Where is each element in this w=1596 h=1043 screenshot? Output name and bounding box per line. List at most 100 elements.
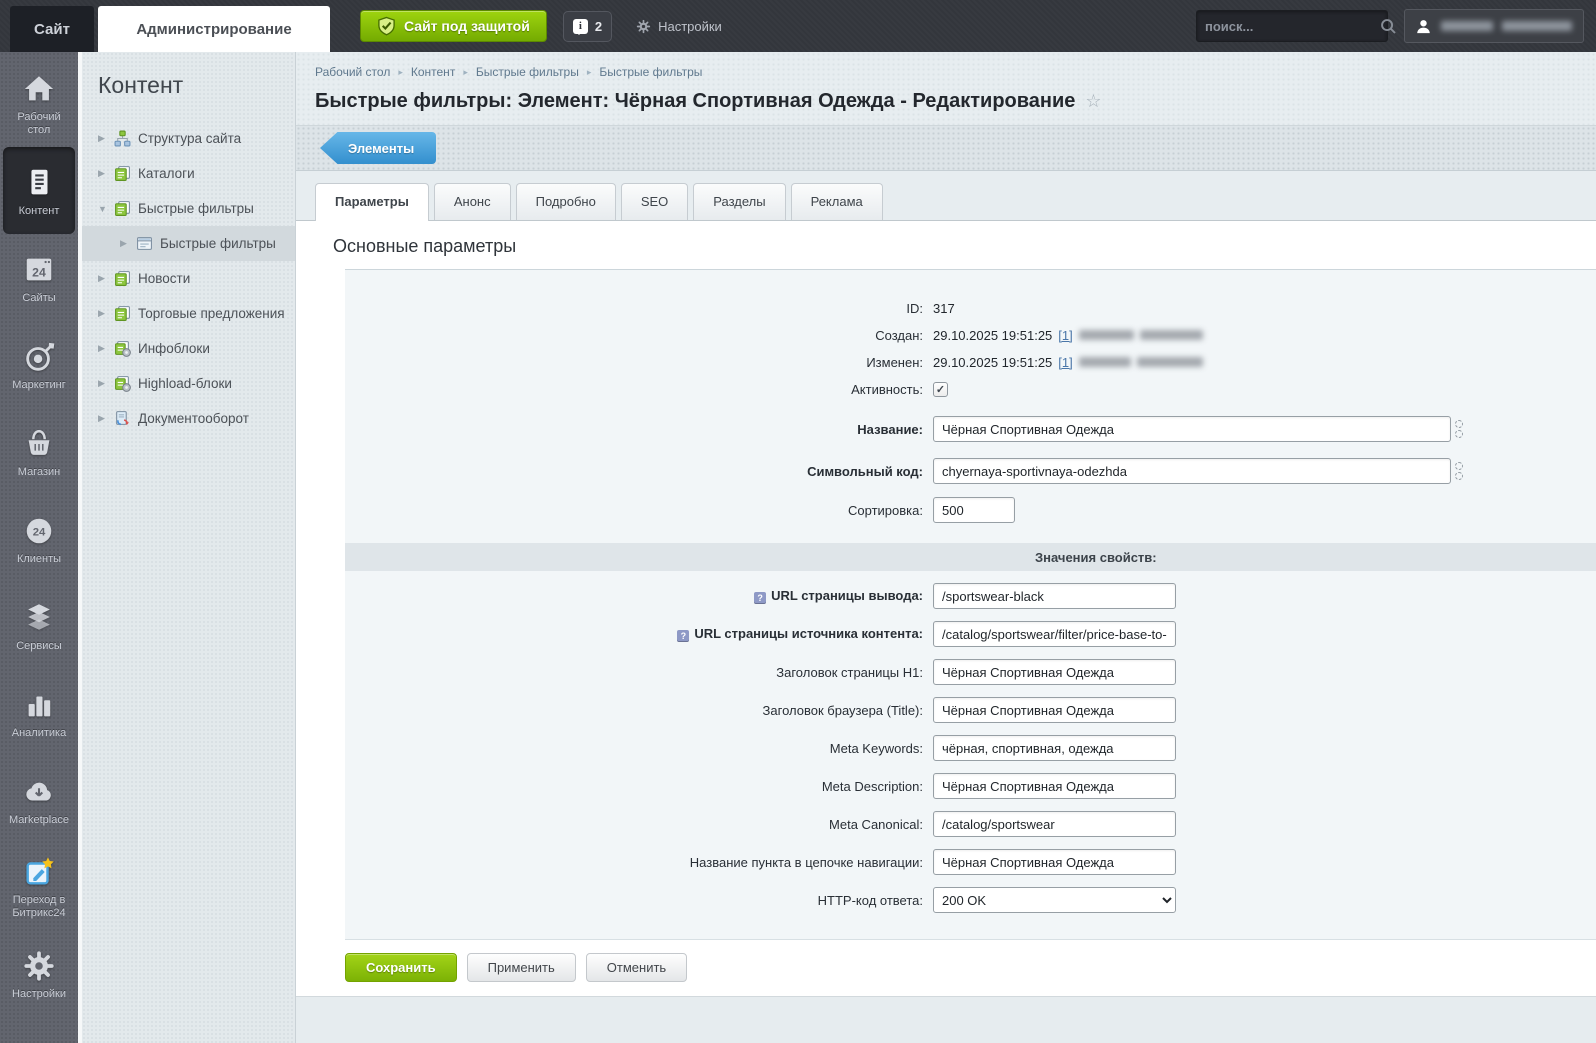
sidebar-item-bitrix24[interactable]: Переход в Битрикс24 bbox=[3, 843, 75, 930]
iblock-settings-icon bbox=[114, 340, 131, 357]
tab-admin[interactable]: Администрирование bbox=[98, 6, 330, 52]
tab-site[interactable]: Сайт bbox=[10, 6, 94, 52]
help-icon[interactable]: ? bbox=[677, 630, 689, 642]
property-label: Meta Canonical: bbox=[345, 817, 933, 832]
menu-tree: ▶Структура сайта▶Каталоги ▼ Быстрые фильтр… bbox=[82, 121, 295, 436]
id-value: 317 bbox=[933, 301, 955, 316]
chevron-right-icon[interactable]: ▶ bbox=[98, 343, 114, 354]
menu-tree-item[interactable]: ▶Каталоги bbox=[82, 156, 295, 191]
sort-label: Сортировка: bbox=[345, 503, 933, 518]
apply-button[interactable]: Применить bbox=[467, 953, 576, 982]
menu-tree-item[interactable]: ▶Структура сайта bbox=[82, 121, 295, 156]
user-menu[interactable] bbox=[1404, 9, 1584, 43]
sort-input[interactable] bbox=[933, 497, 1015, 523]
property-row: Meta Keywords: bbox=[345, 735, 1596, 761]
tab-seo[interactable]: SEO bbox=[621, 183, 688, 220]
help-icon[interactable]: ? bbox=[754, 592, 766, 604]
section-heading: Основные параметры bbox=[333, 236, 1596, 257]
sidebar-item-marketplace[interactable]: Marketplace bbox=[3, 756, 75, 843]
chevron-right-icon[interactable]: ▶ bbox=[120, 238, 136, 249]
search-icon[interactable] bbox=[1380, 18, 1397, 35]
property-input[interactable] bbox=[933, 583, 1176, 609]
breadcrumb-link[interactable]: Рабочий стол bbox=[315, 65, 390, 79]
property-input[interactable] bbox=[933, 659, 1176, 685]
search-input[interactable] bbox=[1205, 19, 1380, 34]
site-protected-button[interactable]: Сайт под защитой bbox=[360, 10, 547, 42]
sidebar-item-content[interactable]: Контент bbox=[3, 147, 75, 234]
sidebar-item-marketing[interactable]: Маркетинг bbox=[3, 321, 75, 408]
chevron-right-icon[interactable]: ▶ bbox=[98, 133, 114, 144]
menu-tree-item[interactable]: ▶Инфоблоки bbox=[82, 331, 295, 366]
user-icon bbox=[1415, 18, 1432, 35]
sidebar-item-settings[interactable]: Настройки bbox=[3, 930, 75, 1017]
tab-разделы[interactable]: Разделы bbox=[693, 183, 785, 220]
tab-подробно[interactable]: Подробно bbox=[516, 183, 616, 220]
code-input[interactable] bbox=[933, 458, 1451, 484]
chevron-down-icon[interactable]: ▼ bbox=[98, 204, 114, 214]
tab-реклама[interactable]: Реклама bbox=[791, 183, 883, 220]
created-by-link[interactable]: [1] bbox=[1058, 328, 1072, 343]
menu-tree-item[interactable]: ▶Быстрые фильтры bbox=[82, 226, 295, 261]
tab-параметры[interactable]: Параметры bbox=[315, 183, 429, 221]
name-input[interactable] bbox=[933, 416, 1451, 442]
cancel-button[interactable]: Отменить bbox=[586, 953, 687, 982]
topbar-settings-button[interactable]: Настройки bbox=[636, 19, 722, 34]
notifications-badge[interactable]: i 2 bbox=[563, 11, 612, 42]
properties-section-heading: Значения свойств: bbox=[345, 543, 1596, 571]
chevron-right-icon[interactable]: ▶ bbox=[98, 308, 114, 319]
topbar: Сайт Администрирование Сайт под защитой … bbox=[0, 0, 1596, 52]
menu-tree-item[interactable]: ▼ Быстрые фильтры bbox=[82, 191, 295, 226]
modified-by-link[interactable]: [1] bbox=[1058, 355, 1072, 370]
breadcrumb-link[interactable]: Быстрые фильтры bbox=[476, 65, 579, 79]
tab-анонс[interactable]: Анонс bbox=[434, 183, 511, 220]
elements-back-button[interactable]: Элементы bbox=[320, 132, 436, 164]
chevron-right-icon[interactable]: ▶ bbox=[98, 273, 114, 284]
http-code-select[interactable]: 200 OK bbox=[933, 887, 1176, 913]
sidebar-item-home[interactable]: Рабочий стол bbox=[3, 60, 75, 147]
breadcrumb-link[interactable]: Быстрые фильтры bbox=[599, 65, 702, 79]
user-name-blurred bbox=[1441, 21, 1493, 31]
menu-tree-item[interactable]: ▶Торговые предложения bbox=[82, 296, 295, 331]
menu-tree-item[interactable]: ▶Highload-блоки bbox=[82, 366, 295, 401]
menu-tree-item-label: Быстрые фильтры bbox=[138, 201, 254, 216]
active-checkbox[interactable]: ✓ bbox=[933, 382, 948, 397]
property-row: HTTP-код ответа:200 OK bbox=[345, 887, 1596, 913]
translit-link-icon[interactable] bbox=[1455, 420, 1463, 438]
property-label: Заголовок страницы H1: bbox=[345, 665, 933, 680]
page-footer bbox=[296, 996, 1596, 1043]
gear-icon bbox=[636, 19, 651, 34]
favorite-star-icon[interactable]: ☆ bbox=[1085, 91, 1101, 112]
menu-tree-item[interactable]: ▶Новости bbox=[82, 261, 295, 296]
chevron-right-icon[interactable]: ▶ bbox=[98, 413, 114, 424]
sidebar-item-analytics[interactable]: Аналитика bbox=[3, 669, 75, 756]
sidebar-item-shop[interactable]: Магазин bbox=[3, 408, 75, 495]
menu-tree-item[interactable]: ▶Документооборот bbox=[82, 401, 295, 436]
property-row: Заголовок страницы H1: bbox=[345, 659, 1596, 685]
created-value: 29.10.2025 19:51:25 bbox=[933, 328, 1052, 343]
chevron-right-icon[interactable]: ▶ bbox=[98, 378, 114, 389]
form-panel: Основные параметры ID: 317 Создан: 29.10… bbox=[296, 220, 1596, 1043]
property-input[interactable] bbox=[933, 697, 1176, 723]
chevron-right-icon[interactable]: ▶ bbox=[98, 168, 114, 179]
sidebar-item-services[interactable]: Сервисы bbox=[3, 582, 75, 669]
property-input[interactable] bbox=[933, 773, 1176, 799]
sidebar-item-clients[interactable]: 24Клиенты bbox=[3, 495, 75, 582]
property-input[interactable] bbox=[933, 621, 1176, 647]
property-input[interactable] bbox=[933, 811, 1176, 837]
property-row: Заголовок браузера (Title): bbox=[345, 697, 1596, 723]
property-input[interactable] bbox=[933, 735, 1176, 761]
breadcrumb-link[interactable]: Контент bbox=[411, 65, 455, 79]
content-icon bbox=[20, 164, 58, 202]
breadcrumb-separator-icon: ▸ bbox=[587, 67, 592, 78]
toolbar-band: Элементы bbox=[296, 125, 1596, 171]
sidebar-item-label: Клиенты bbox=[17, 553, 61, 566]
left-menu: Контент ▶Структура сайта▶Каталоги▼Быстры… bbox=[78, 52, 296, 1043]
search-box bbox=[1196, 10, 1388, 42]
property-input[interactable] bbox=[933, 849, 1176, 875]
save-button[interactable]: Сохранить bbox=[345, 953, 457, 982]
marketplace-icon bbox=[20, 773, 58, 811]
translit-link-icon[interactable] bbox=[1455, 462, 1463, 480]
sidebar-item-sites[interactable]: 24Сайты bbox=[3, 234, 75, 321]
iblock-settings-icon bbox=[114, 375, 131, 392]
sidebar-item-label: Настройки bbox=[12, 988, 66, 1001]
